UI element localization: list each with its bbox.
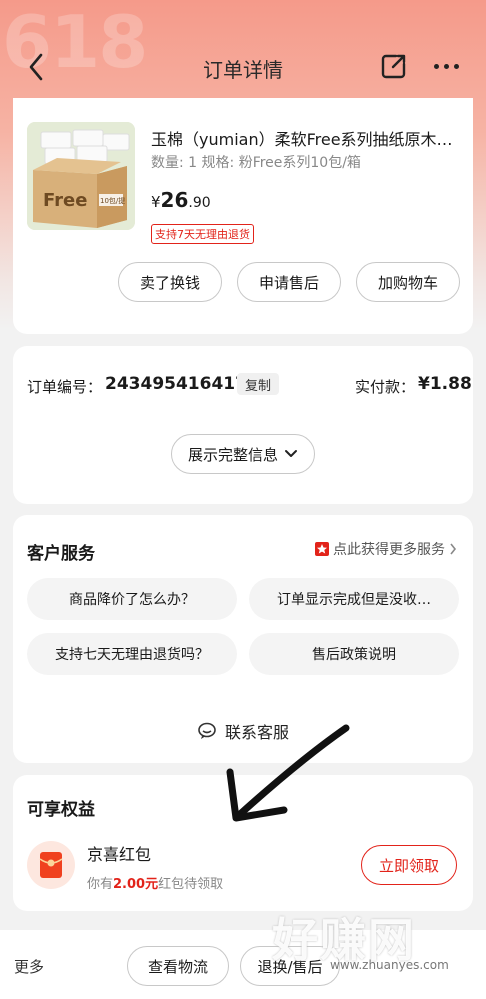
more-menu-button[interactable] — [428, 50, 464, 82]
expand-info-button[interactable]: 展示完整信息 — [171, 434, 315, 474]
page-title: 订单详情 — [203, 58, 283, 82]
top-nav-bar: 订单详情 — [0, 44, 486, 92]
order-info-card: 订单编号： 243495416417 复制 实付款： ¥1.88 展示完整信息 — [13, 346, 473, 504]
copy-order-number-button[interactable]: 复制 — [237, 373, 280, 395]
section-title: 客户服务 — [27, 544, 95, 564]
more-actions-link[interactable]: 更多 — [14, 956, 44, 977]
view-logistics-button[interactable]: 查看物流 — [127, 946, 229, 986]
product-image[interactable]: Free 10包/提 — [27, 122, 135, 230]
customer-service-icon — [198, 722, 216, 739]
product-price: ¥26.90 — [151, 188, 211, 212]
faq-after-sales-policy[interactable]: 售后政策说明 — [249, 633, 459, 675]
product-spec: 数量: 1 规格: 粉Free系列10包/箱 — [151, 155, 361, 171]
return-policy-badge: 支持7天无理由退货 — [151, 224, 254, 244]
benefit-name: 京喜红包 — [87, 845, 152, 864]
share-icon — [381, 54, 406, 79]
add-to-cart-button[interactable]: 加购物车 — [356, 262, 460, 302]
customer-service-card: 客户服务 点此获得更多服务 商品降价了怎么办？ 订单显示完成但是没收… 支持七天… — [13, 515, 473, 763]
benefit-description: 你有2.00元红包待领取 — [87, 877, 224, 892]
contact-service-button[interactable]: 联系客服 — [13, 719, 473, 743]
faq-order-not-received[interactable]: 订单显示完成但是没收… — [249, 578, 459, 620]
more-dots-icon — [433, 63, 439, 69]
tissue-box-illustration: Free 10包/提 — [27, 122, 135, 230]
product-card: Free 10包/提 玉棉（yumian）柔软Free系列抽纸原木… 数量: 1… — [13, 98, 473, 334]
order-number: 243495416417 — [105, 374, 247, 394]
section-title: 可享权益 — [27, 800, 95, 820]
paid-amount: ¥1.88 — [418, 374, 472, 394]
faq-price-drop[interactable]: 商品降价了怎么办？ — [27, 578, 237, 620]
apply-after-sales-button[interactable]: 申请售后 — [237, 262, 341, 302]
svg-text:10包/提: 10包/提 — [100, 196, 125, 205]
product-name[interactable]: 玉棉（yumian）柔软Free系列抽纸原木… — [151, 126, 453, 150]
bottom-action-bar: 更多 查看物流 退换/售后 — [0, 930, 486, 999]
benefits-card: 可享权益 京喜红包 你有2.00元红包待领取 立即领取 — [13, 775, 473, 911]
more-services-link[interactable]: 点此获得更多服务 — [315, 539, 457, 559]
chevron-right-icon — [450, 543, 457, 555]
faq-seven-day-return[interactable]: 支持七天无理由退货吗？ — [27, 633, 237, 675]
svg-text:Free: Free — [43, 190, 87, 211]
paid-amount-label: 实付款： — [355, 378, 416, 396]
sell-button[interactable]: 卖了换钱 — [118, 262, 222, 302]
claim-red-envelope-button[interactable]: 立即领取 — [361, 845, 457, 885]
return-exchange-button[interactable]: 退换/售后 — [240, 946, 340, 986]
share-button[interactable] — [380, 52, 408, 80]
order-number-label: 订单编号： — [27, 378, 103, 396]
star-badge-icon — [315, 542, 329, 556]
chevron-down-icon — [285, 450, 297, 457]
red-envelope-icon — [27, 841, 75, 889]
